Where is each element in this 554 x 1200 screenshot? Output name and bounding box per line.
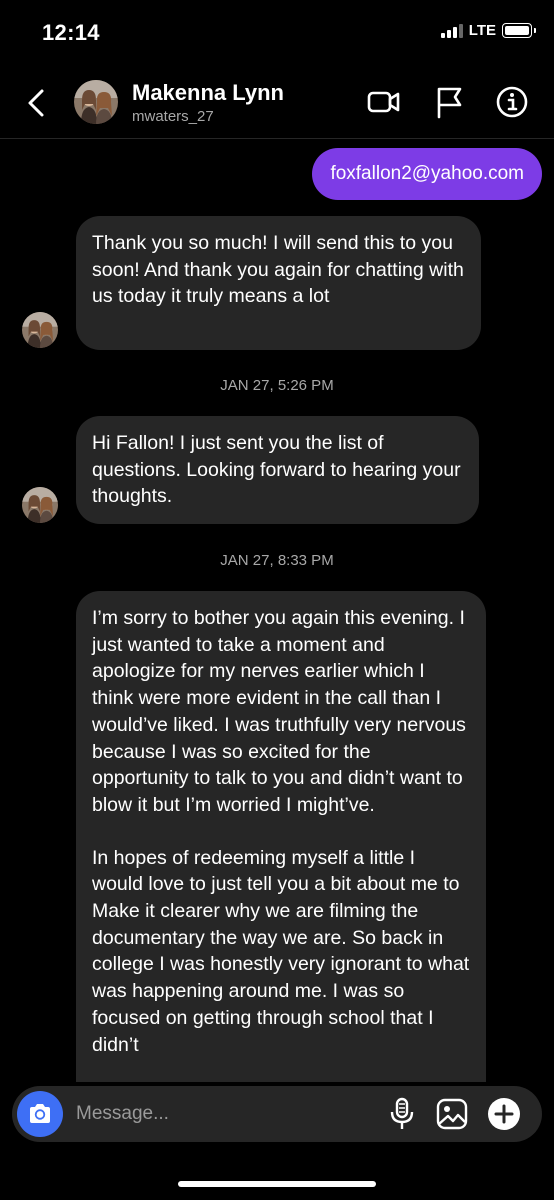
network-type: LTE (468, 22, 496, 39)
incoming-message[interactable]: Hi Fallon! I just sent you the list of q… (76, 416, 479, 524)
message-input[interactable] (76, 1086, 356, 1142)
outgoing-message[interactable]: foxfallon2@yahoo.com (312, 148, 542, 200)
sender-avatar[interactable] (22, 487, 58, 523)
message-paragraph: In hopes of redeeming myself a little I … (92, 846, 470, 1056)
status-indicators: LTE (440, 22, 536, 39)
sender-avatar[interactable] (22, 312, 58, 348)
message-paragraph: I’m sorry to bother you again this eveni… (92, 607, 466, 816)
battery-icon (502, 23, 536, 38)
flag-icon[interactable] (431, 84, 467, 120)
message-text: Thank you so much! I will send this to y… (92, 232, 464, 308)
info-icon[interactable] (494, 84, 530, 120)
chat-header: Makenna Lynn mwaters_27 (0, 66, 554, 139)
microphone-icon[interactable] (384, 1096, 420, 1132)
incoming-message[interactable]: Thank you so much! I will send this to y… (76, 216, 481, 350)
home-indicator (178, 1181, 376, 1187)
message-composer (12, 1086, 542, 1142)
gallery-icon[interactable] (434, 1096, 470, 1132)
camera-icon (30, 1104, 50, 1123)
status-bar: 12:14 LTE (0, 0, 554, 66)
message-timestamp: JAN 27, 5:26 PM (220, 377, 334, 394)
contact-avatar[interactable] (74, 80, 118, 124)
incoming-message[interactable]: I’m sorry to bother you again this eveni… (76, 591, 486, 1131)
contact-username: mwaters_27 (132, 108, 214, 125)
status-time: 12:14 (42, 20, 100, 45)
video-call-icon[interactable] (366, 84, 402, 120)
contact-name[interactable]: Makenna Lynn (132, 80, 284, 106)
message-timestamp: JAN 27, 8:33 PM (220, 552, 334, 569)
message-text: Hi Fallon! I just sent you the list of q… (92, 432, 461, 508)
cellular-signal-icon (440, 23, 463, 38)
camera-button[interactable] (17, 1091, 63, 1137)
back-arrow-icon[interactable] (22, 86, 52, 120)
plus-icon[interactable] (486, 1096, 522, 1132)
